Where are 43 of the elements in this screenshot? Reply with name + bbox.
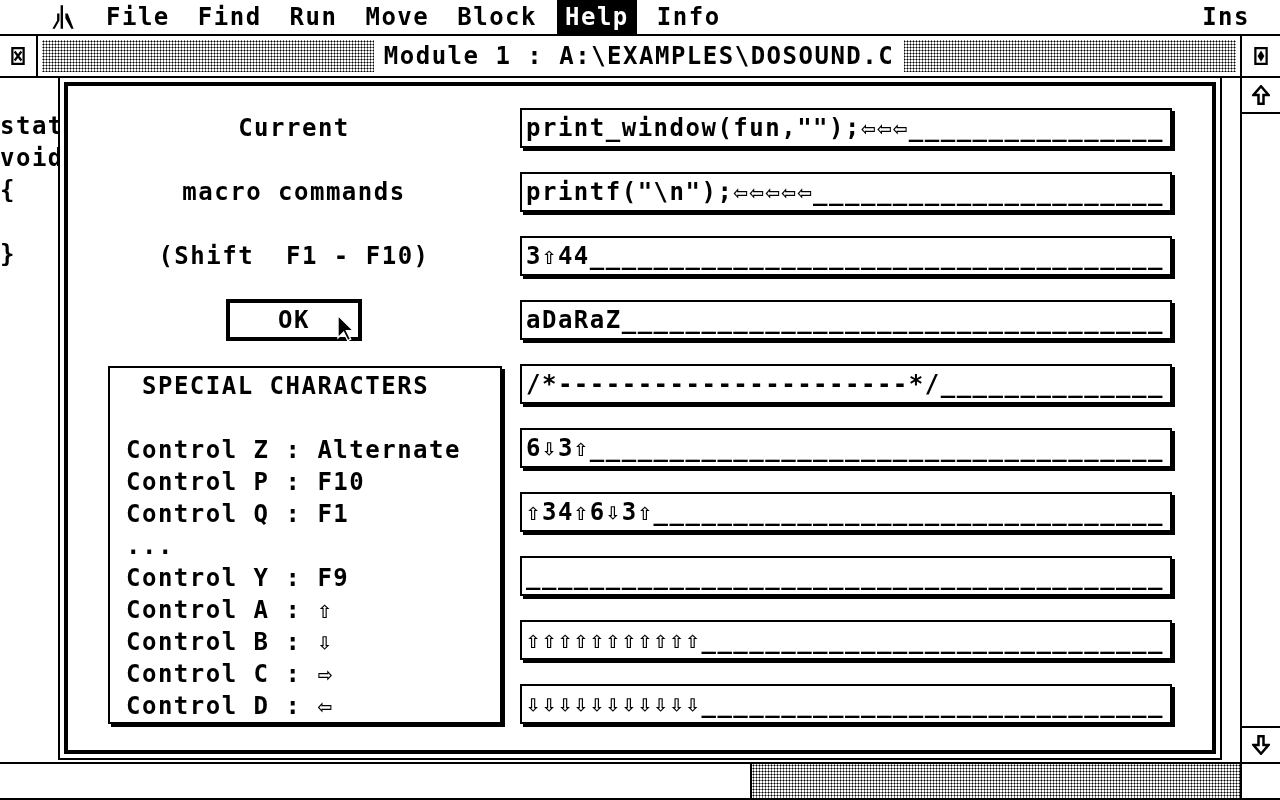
down-arrow-icon [1252,735,1270,755]
close-icon [11,47,25,65]
horizontal-scrollbar[interactable] [752,764,1240,798]
macro-input-field[interactable]: ⇩⇩⇩⇩⇩⇩⇩⇩⇩⇩⇩_____________________________ [520,684,1172,724]
dialog-text: macro commands [182,178,406,206]
code-line: { [0,175,16,206]
ok-button[interactable]: OK [226,299,362,341]
shortcut-text: Control D : ⇦ [126,691,335,722]
macro-input-field[interactable]: 6⇩3⇧____________________________________ [520,428,1172,468]
shortcut-text: Control Y : F9 [126,563,351,594]
fullsize-icon [1254,47,1268,65]
menu-item[interactable]: Info [648,0,729,34]
up-arrow-icon [1252,85,1270,105]
code-line: } [0,239,16,270]
menu-item[interactable]: File [98,0,178,34]
menu-item[interactable]: Find [189,0,270,34]
menu-item[interactable]: Block [449,0,545,34]
macro-input-field[interactable]: 3⇧44____________________________________ [520,236,1172,276]
menu-item[interactable]: Help [557,0,637,34]
dialog-text: Current [238,114,350,142]
shortcut-text: Control Z : Alternate [126,435,462,466]
macro-input-field[interactable]: print_window(fun,"");⇦⇦⇦________________ [520,108,1172,148]
window-title: Module 1 : A:\EXAMPLES\DOSOUND.C [373,40,905,72]
dialog-text: (Shift F1 - F10) [158,242,430,270]
logo-icon[interactable] [50,4,76,30]
macro-input-field[interactable]: ⇧⇧⇧⇧⇧⇧⇧⇧⇧⇧⇧_____________________________ [520,620,1172,660]
shortcut-text: Control Q : F1 [126,499,351,530]
macro-input-field[interactable]: ⇧34⇧6⇩3⇧________________________________ [520,492,1172,532]
macro-input-field[interactable]: printf("\n");⇦⇦⇦⇦⇦______________________ [520,172,1172,212]
shortcut-text: ... [126,531,175,562]
macro-input-field[interactable]: aDaRaZ__________________________________ [520,300,1172,340]
code-line: stat [0,111,64,142]
insert-mode-indicator: Ins [1202,3,1250,31]
mouse-pointer-icon [336,314,354,342]
panel-title: SPECIAL CHARACTERS [142,371,431,402]
menu-item[interactable]: Run [281,0,346,34]
macro-input-field[interactable]: /*----------------------*/______________ [520,364,1172,404]
shortcut-text: Control P : F10 [126,467,367,498]
shortcut-text: Control B : ⇩ [126,627,335,658]
shortcut-text: Control A : ⇧ [126,595,335,626]
shortcut-text: Control C : ⇨ [126,659,335,690]
macro-input-field[interactable]: ________________________________________ [520,556,1172,596]
menu-item[interactable]: Move [357,0,438,34]
